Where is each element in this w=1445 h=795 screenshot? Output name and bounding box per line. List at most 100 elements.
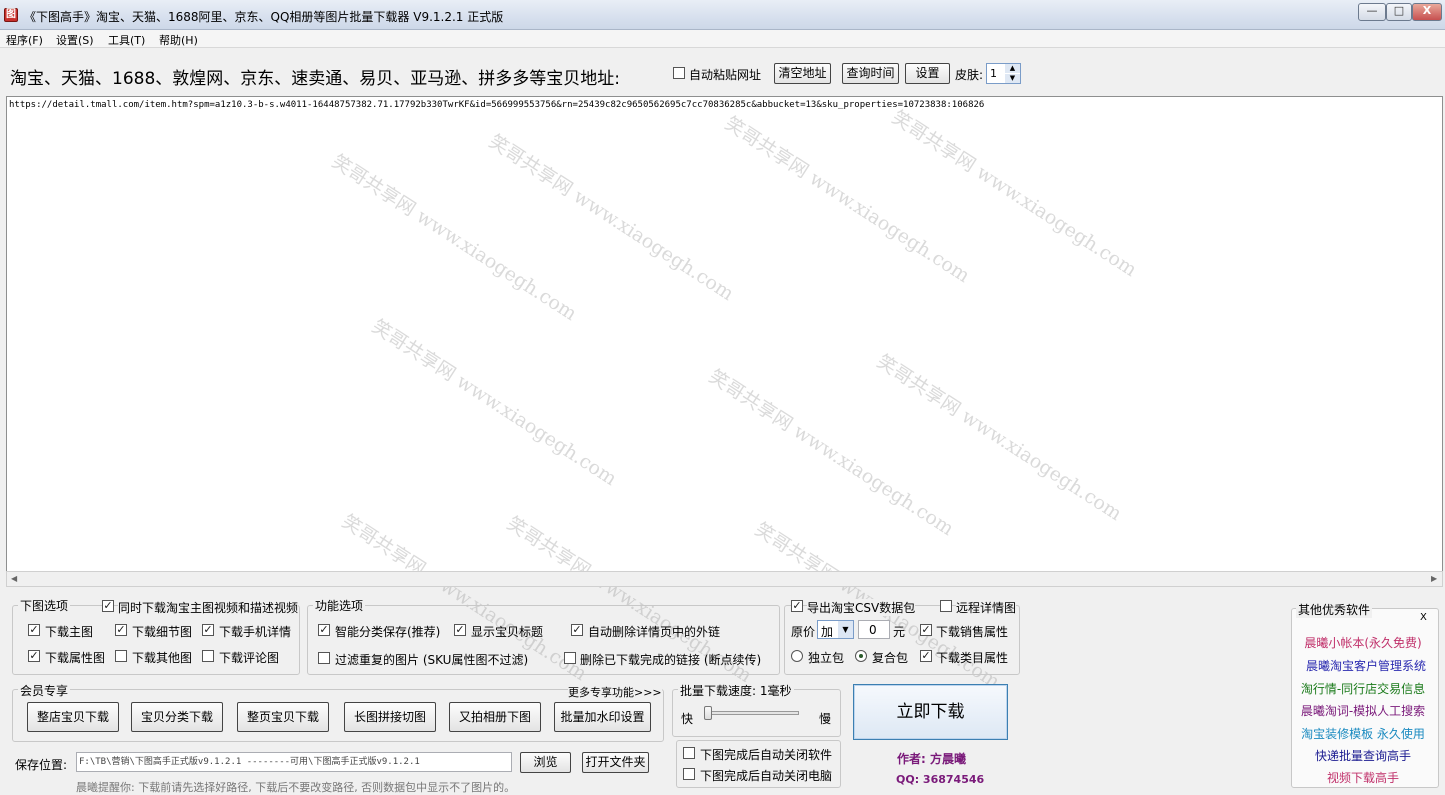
software-link-xiaozhangben[interactable]: 晨曦小帐本(永久免费) bbox=[1293, 634, 1433, 651]
skin-value: 1 bbox=[990, 67, 997, 80]
maximize-button[interactable]: □ bbox=[1386, 3, 1412, 21]
category-attr-label: 下载类目属性 bbox=[936, 651, 1009, 665]
combined-package-radio[interactable] bbox=[855, 650, 867, 662]
software-link-express[interactable]: 快递批量查询高手 bbox=[1293, 747, 1433, 764]
single-package-radio[interactable] bbox=[791, 650, 803, 662]
remote-detail-label: 远程详情图 bbox=[956, 599, 1017, 616]
category-attr-checkbox[interactable]: ✓ bbox=[920, 650, 932, 662]
menu-help[interactable]: 帮助(H) bbox=[159, 32, 198, 48]
detail-image-label: 下载细节图 bbox=[132, 625, 193, 639]
speed-slider-track[interactable] bbox=[704, 711, 799, 715]
qq-label: QQ: 36874546 bbox=[896, 773, 985, 786]
spin-down-icon[interactable]: ▼ bbox=[1005, 74, 1020, 83]
filter-duplicate-checkbox[interactable] bbox=[318, 652, 330, 664]
clear-address-button[interactable]: 清空地址 bbox=[774, 63, 831, 84]
menu-program[interactable]: 程序(F) bbox=[6, 32, 43, 48]
mobile-detail-label: 下载手机详情 bbox=[219, 625, 292, 639]
remote-detail-checkbox[interactable] bbox=[940, 600, 952, 612]
other-software-title: 其他优秀软件 bbox=[1296, 601, 1373, 618]
unit-label: 元 bbox=[893, 625, 906, 639]
vip-title: 会员专享 bbox=[18, 682, 71, 699]
address-label: 淘宝、天猫、1688、敦煌网、京东、速卖通、易贝、亚马逊、拼多多等宝贝地址: bbox=[10, 69, 620, 89]
menu-bar: 程序(F) 设置(S) 工具(T) 帮助(H) bbox=[0, 30, 1445, 48]
video-label: 同时下载淘宝主图视频和描述视频 bbox=[118, 599, 299, 616]
save-path-input[interactable]: F:\TB\营销\下图高手正式版v9.1.2.1 --------可用\下图高手… bbox=[76, 752, 512, 772]
review-image-label: 下载评论图 bbox=[219, 651, 280, 665]
attribute-image-label: 下载属性图 bbox=[45, 651, 106, 665]
download-now-button[interactable]: 立即下载 bbox=[853, 684, 1008, 740]
attribute-image-checkbox[interactable]: ✓ bbox=[28, 650, 40, 662]
combined-package-label: 复合包 bbox=[872, 651, 909, 665]
scroll-left-icon[interactable]: ◀ bbox=[11, 574, 17, 583]
show-title-checkbox[interactable]: ✓ bbox=[454, 624, 466, 636]
watermark: 笑哥共享网 www.xiaogegh.com bbox=[367, 315, 621, 491]
window-title: 《下图高手》淘宝、天猫、1688阿里、京东、QQ相册等图片批量下载器 V9.1.… bbox=[24, 10, 504, 24]
close-app-checkbox[interactable] bbox=[683, 747, 695, 759]
settings-button[interactable]: 设置 bbox=[905, 63, 950, 84]
long-image-stitch-button[interactable]: 长图拼接切图 bbox=[344, 702, 436, 732]
video-checkbox[interactable]: ✓ bbox=[102, 600, 114, 612]
horizontal-scrollbar[interactable]: ◀ ▶ bbox=[6, 571, 1443, 587]
price-value: 0 bbox=[869, 623, 877, 637]
detail-image-checkbox[interactable]: ✓ bbox=[115, 624, 127, 636]
remove-links-checkbox[interactable]: ✓ bbox=[571, 624, 583, 636]
price-operator-select[interactable]: 加 ▼ bbox=[817, 620, 854, 639]
software-link-taohangqing[interactable]: 淘行情-同行店交易信息 bbox=[1293, 680, 1433, 697]
software-link-video[interactable]: 视频下载高手 bbox=[1293, 769, 1433, 786]
browse-button[interactable]: 浏览 bbox=[520, 752, 571, 773]
app-icon: 图 bbox=[4, 8, 18, 22]
menu-settings[interactable]: 设置(S) bbox=[56, 32, 94, 48]
review-image-checkbox[interactable] bbox=[202, 650, 214, 662]
shutdown-checkbox[interactable] bbox=[683, 768, 695, 780]
other-image-checkbox[interactable] bbox=[115, 650, 127, 662]
whole-page-download-button[interactable]: 整页宝贝下载 bbox=[237, 702, 329, 732]
query-time-button[interactable]: 查询时间 bbox=[842, 63, 899, 84]
software-link-customer-mgmt[interactable]: 晨曦淘宝客户管理系统 bbox=[1296, 657, 1436, 674]
sales-attr-checkbox[interactable]: ✓ bbox=[920, 624, 932, 636]
upyun-album-download-button[interactable]: 又拍相册下图 bbox=[449, 702, 541, 732]
category-download-button[interactable]: 宝贝分类下载 bbox=[131, 702, 223, 732]
show-title-label: 显示宝贝标题 bbox=[471, 625, 544, 639]
export-csv-label: 导出淘宝CSV数据包 bbox=[807, 599, 916, 616]
speed-slider-thumb[interactable] bbox=[704, 706, 712, 720]
main-image-label: 下载主图 bbox=[45, 625, 94, 639]
more-features-link[interactable]: 更多专享功能>>> bbox=[568, 684, 662, 700]
chevron-down-icon[interactable]: ▼ bbox=[838, 621, 853, 638]
scroll-right-icon[interactable]: ▶ bbox=[1431, 574, 1437, 583]
single-package-label: 独立包 bbox=[808, 651, 845, 665]
features-title: 功能选项 bbox=[313, 597, 366, 614]
menu-tools[interactable]: 工具(T) bbox=[108, 32, 145, 48]
software-link-template[interactable]: 淘宝装修模板 永久使用 bbox=[1293, 725, 1433, 742]
author-label: 作者: 方晨曦 bbox=[897, 752, 966, 766]
batch-watermark-button[interactable]: 批量加水印设置 bbox=[554, 702, 651, 732]
save-hint: 晨曦提醒你: 下载前请先选择好路径, 下载后不要改变路径, 否则数据包中显示不了… bbox=[76, 781, 516, 794]
skin-spinner[interactable]: 1 ▲ ▼ bbox=[986, 63, 1021, 84]
url-textarea[interactable]: https://detail.tmall.com/item.htm?spm=a1… bbox=[6, 96, 1443, 693]
main-image-checkbox[interactable]: ✓ bbox=[28, 624, 40, 636]
save-location-label: 保存位置: bbox=[15, 758, 68, 772]
skin-label: 皮肤: bbox=[955, 68, 984, 82]
close-icon[interactable]: X bbox=[1420, 612, 1427, 623]
url-text: https://detail.tmall.com/item.htm?spm=a1… bbox=[9, 100, 985, 110]
title-bar: 图 《下图高手》淘宝、天猫、1688阿里、京东、QQ相册等图片批量下载器 V9.… bbox=[0, 0, 1445, 30]
delete-done-label: 删除已下载完成的链接 (断点续传) bbox=[580, 653, 762, 667]
minimize-button[interactable]: — bbox=[1358, 3, 1386, 21]
filter-duplicate-label: 过滤重复的图片 (SKU属性图不过滤) bbox=[335, 653, 529, 667]
delete-done-checkbox[interactable] bbox=[564, 652, 576, 664]
smart-save-label: 智能分类保存(推荐) bbox=[335, 625, 441, 639]
smart-save-checkbox[interactable]: ✓ bbox=[318, 624, 330, 636]
auto-paste-checkbox[interactable] bbox=[673, 67, 685, 79]
price-label: 原价 bbox=[791, 625, 816, 639]
software-link-taoci[interactable]: 晨曦淘词-模拟人工搜索 bbox=[1293, 702, 1433, 719]
whole-store-download-button[interactable]: 整店宝贝下载 bbox=[27, 702, 119, 732]
mobile-detail-checkbox[interactable]: ✓ bbox=[202, 624, 214, 636]
download-options-title: 下图选项 bbox=[18, 597, 71, 614]
close-button[interactable]: X bbox=[1412, 3, 1442, 21]
remove-links-label: 自动删除详情页中的外链 bbox=[588, 625, 721, 639]
price-value-input[interactable]: 0 bbox=[858, 620, 890, 639]
spin-up-icon[interactable]: ▲ bbox=[1005, 64, 1020, 73]
auto-paste-label: 自动粘贴网址 bbox=[689, 68, 762, 82]
export-csv-checkbox[interactable]: ✓ bbox=[791, 600, 803, 612]
open-folder-button[interactable]: 打开文件夹 bbox=[582, 752, 649, 773]
toolbar: 淘宝、天猫、1688、敦煌网、京东、速卖通、易贝、亚马逊、拼多多等宝贝地址: 自… bbox=[0, 49, 1445, 95]
